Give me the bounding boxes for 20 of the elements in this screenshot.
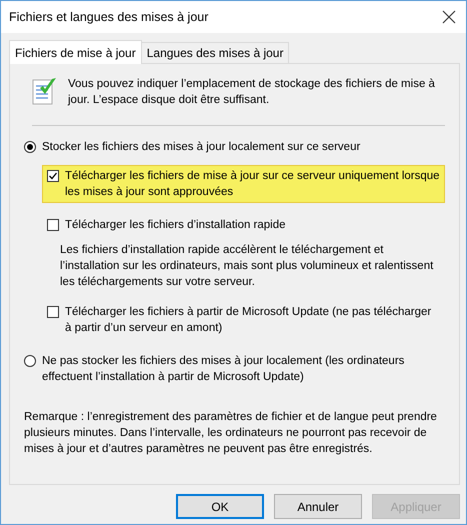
radio-button[interactable] [24,141,36,153]
option-label: Stocker les fichiers des mises à jour localement sur ce serveur [42,140,360,155]
checkbox[interactable] [47,170,59,182]
option-label: Télécharger les fichiers d’installation rapide [65,218,286,233]
close-icon[interactable] [442,10,456,24]
option-label: Télécharger les fichiers à partir de Microsoft Update (ne pas télécharger à partir d’un serveur en amont) [65,305,432,336]
tab[interactable]: Langues des mises à jour [140,42,290,63]
checkbox[interactable] [47,306,59,318]
option-description: Les fichiers d’installation rapide accélèrent le téléchargement et l’installation sur les ordinateurs, mais sont plus volumineux et ralentissent les téléchargements sur votre serveur. [60,243,434,290]
window-title: Fichiers et langues des mises à jour [9,10,208,24]
option-label: Ne pas stocker les fichiers des mises à jour localement (les ordinateurs effectuent l’installation à partir de Microsoft Update) [42,354,406,385]
dialog-button[interactable]: OK [176,494,264,519]
radio-button[interactable] [24,355,36,367]
note-text: Remarque : l’enregistrement des paramètres de fichier et de langue peut prendre plusieurs minutes. Dans l’intervalle, les ordinateurs ne pourront pas recevoir de mises à jour et d’autres paramètres ne peuvent pas être enregistrés. [24,410,438,457]
intro-text: Vous pouvez indiquer l’emplacement de stockage des fichiers de mise à jour. L’espace disque doit être suffisant. [68,77,436,108]
tab[interactable]: Fichiers de mise à jour [9,40,142,64]
option-label: Télécharger les fichiers de mise à jour sur ce serveur uniquement lorsque les mises à jour sont approuvées [65,169,440,200]
checkbox[interactable] [47,219,59,231]
dialog-button[interactable]: Annuler [274,494,362,519]
document-check-icon [32,76,58,106]
